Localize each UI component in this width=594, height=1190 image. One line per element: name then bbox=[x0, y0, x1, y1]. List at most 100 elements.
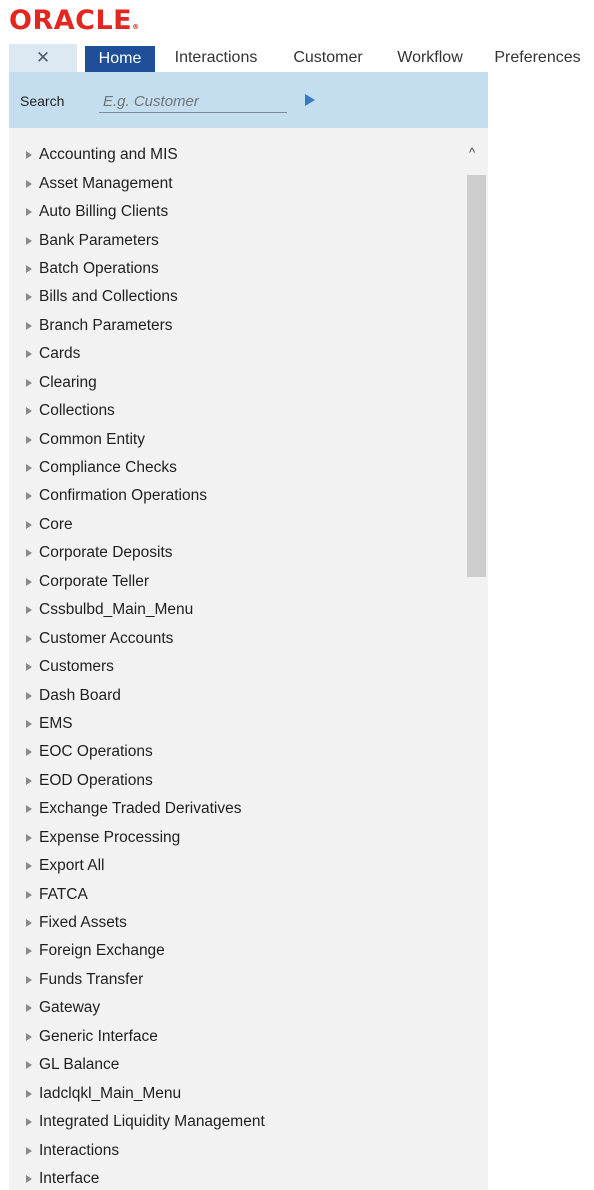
expand-arrow-icon bbox=[26, 947, 32, 956]
menu-item-label: GL Balance bbox=[39, 1056, 120, 1074]
menu-item-label: Common Entity bbox=[39, 430, 145, 448]
menu-item[interactable]: GL Balance bbox=[9, 1051, 265, 1079]
menu-item-label: Customers bbox=[39, 658, 114, 676]
tab-workflow[interactable]: Workflow bbox=[379, 44, 481, 72]
menu-item[interactable]: Collections bbox=[9, 397, 265, 425]
menu-item-label: Core bbox=[39, 515, 73, 533]
tab-customer[interactable]: Customer bbox=[277, 44, 379, 72]
expand-arrow-icon bbox=[26, 549, 32, 558]
search-input[interactable] bbox=[99, 90, 287, 113]
menu-item[interactable]: Accounting and MIS bbox=[9, 141, 265, 169]
menu-item-label: EMS bbox=[39, 714, 73, 732]
menu-item-label: Expense Processing bbox=[39, 828, 181, 846]
menu-item[interactable]: Bills and Collections bbox=[9, 283, 265, 311]
menu-item[interactable]: Foreign Exchange bbox=[9, 937, 265, 965]
menu-item-label: EOC Operations bbox=[39, 743, 153, 761]
expand-arrow-icon bbox=[26, 293, 32, 302]
menu-item[interactable]: Bank Parameters bbox=[9, 226, 265, 254]
expand-arrow-icon bbox=[26, 208, 32, 217]
menu-item[interactable]: Gateway bbox=[9, 994, 265, 1022]
menu-item-label: Accounting and MIS bbox=[39, 146, 178, 164]
menu-item[interactable]: Exchange Traded Derivatives bbox=[9, 795, 265, 823]
menu-item[interactable]: Compliance Checks bbox=[9, 454, 265, 482]
menu-item-label: Branch Parameters bbox=[39, 316, 173, 334]
menu-item-label: Generic Interface bbox=[39, 1027, 158, 1045]
expand-arrow-icon bbox=[26, 464, 32, 473]
expand-arrow-icon bbox=[26, 1061, 32, 1070]
menu-item-label: Cards bbox=[39, 345, 81, 363]
menu-item[interactable]: Clearing bbox=[9, 369, 265, 397]
expand-arrow-icon bbox=[26, 1118, 32, 1127]
menu-item[interactable]: Cards bbox=[9, 340, 265, 368]
menu-item[interactable]: Common Entity bbox=[9, 425, 265, 453]
menu-item[interactable]: Expense Processing bbox=[9, 824, 265, 852]
tab-interactions[interactable]: Interactions bbox=[155, 44, 277, 72]
menu-item[interactable]: Iadclqkl_Main_Menu bbox=[9, 1079, 265, 1107]
menu-item-label: Export All bbox=[39, 857, 105, 875]
menu-item[interactable]: Customers bbox=[9, 653, 265, 681]
menu-item[interactable]: Dash Board bbox=[9, 681, 265, 709]
menu-item[interactable]: Integrated Liquidity Management bbox=[9, 1108, 265, 1136]
menu-item-label: Clearing bbox=[39, 373, 97, 391]
tab-preferences[interactable]: Preferences bbox=[481, 44, 594, 72]
tab-home[interactable]: Home bbox=[85, 46, 155, 72]
menu-item-label: Integrated Liquidity Management bbox=[39, 1113, 265, 1131]
menu-item-label: Compliance Checks bbox=[39, 459, 177, 477]
menu-item[interactable]: Cssbulbd_Main_Menu bbox=[9, 596, 265, 624]
menu-item[interactable]: Auto Billing Clients bbox=[9, 198, 265, 226]
tab-bar: ✕ Home Interactions Customer Workflow Pr… bbox=[9, 44, 594, 72]
menu-item[interactable]: Funds Transfer bbox=[9, 966, 265, 994]
expand-arrow-icon bbox=[26, 350, 32, 359]
search-go-arrow-icon[interactable] bbox=[305, 94, 315, 106]
expand-arrow-icon bbox=[26, 862, 32, 871]
expand-arrow-icon bbox=[26, 975, 32, 984]
menu-item[interactable]: Fixed Assets bbox=[9, 909, 265, 937]
menu-item[interactable]: Core bbox=[9, 511, 265, 539]
menu-item[interactable]: Asset Management bbox=[9, 169, 265, 197]
expand-arrow-icon bbox=[26, 236, 32, 245]
menu-item[interactable]: Generic Interface bbox=[9, 1023, 265, 1051]
menu-item-label: Funds Transfer bbox=[39, 970, 144, 988]
expand-arrow-icon bbox=[26, 492, 32, 501]
expand-arrow-icon bbox=[26, 321, 32, 330]
expand-arrow-icon bbox=[26, 748, 32, 757]
menu-item-label: Confirmation Operations bbox=[39, 487, 207, 505]
expand-arrow-icon bbox=[26, 151, 32, 160]
menu-item[interactable]: Corporate Teller bbox=[9, 568, 265, 596]
menu-item[interactable]: Branch Parameters bbox=[9, 312, 265, 340]
expand-arrow-icon bbox=[26, 264, 32, 273]
menu-item[interactable]: Interactions bbox=[9, 1136, 265, 1164]
menu-item-label: Bills and Collections bbox=[39, 288, 178, 306]
scrollbar-thumb[interactable] bbox=[467, 175, 486, 577]
expand-arrow-icon bbox=[26, 378, 32, 387]
menu-item-label: Bank Parameters bbox=[39, 231, 159, 249]
logo-text: ORACLE bbox=[9, 5, 133, 36]
menu-item[interactable]: Customer Accounts bbox=[9, 624, 265, 652]
menu-item-label: Interface bbox=[39, 1169, 100, 1187]
expand-arrow-icon bbox=[26, 606, 32, 615]
close-icon[interactable]: ✕ bbox=[9, 44, 77, 72]
menu-item[interactable]: FATCA bbox=[9, 880, 265, 908]
menu-item-label: Interactions bbox=[39, 1141, 120, 1159]
expand-arrow-icon bbox=[26, 691, 32, 700]
menu-item[interactable]: EOC Operations bbox=[9, 738, 265, 766]
menu-item[interactable]: Export All bbox=[9, 852, 265, 880]
menu-item-label: Exchange Traded Derivatives bbox=[39, 800, 242, 818]
menu-item-label: Foreign Exchange bbox=[39, 942, 165, 960]
expand-arrow-icon bbox=[26, 663, 32, 672]
menu-item[interactable]: Batch Operations bbox=[9, 255, 265, 283]
menu-item[interactable]: Confirmation Operations bbox=[9, 482, 265, 510]
menu-item[interactable]: Interface bbox=[9, 1165, 265, 1190]
menu-item-label: Auto Billing Clients bbox=[39, 203, 169, 221]
menu-item[interactable]: Corporate Deposits bbox=[9, 539, 265, 567]
expand-arrow-icon bbox=[26, 1174, 32, 1183]
menu-item-label: Collections bbox=[39, 402, 115, 420]
expand-arrow-icon bbox=[26, 1089, 32, 1098]
scroll-up-icon[interactable]: ^ bbox=[465, 146, 479, 160]
menu-item-label: Batch Operations bbox=[39, 259, 159, 277]
menu-item[interactable]: EOD Operations bbox=[9, 767, 265, 795]
menu-item-label: Corporate Deposits bbox=[39, 544, 173, 562]
expand-arrow-icon bbox=[26, 179, 32, 188]
menu-item[interactable]: EMS bbox=[9, 710, 265, 738]
expand-arrow-icon bbox=[26, 1032, 32, 1041]
